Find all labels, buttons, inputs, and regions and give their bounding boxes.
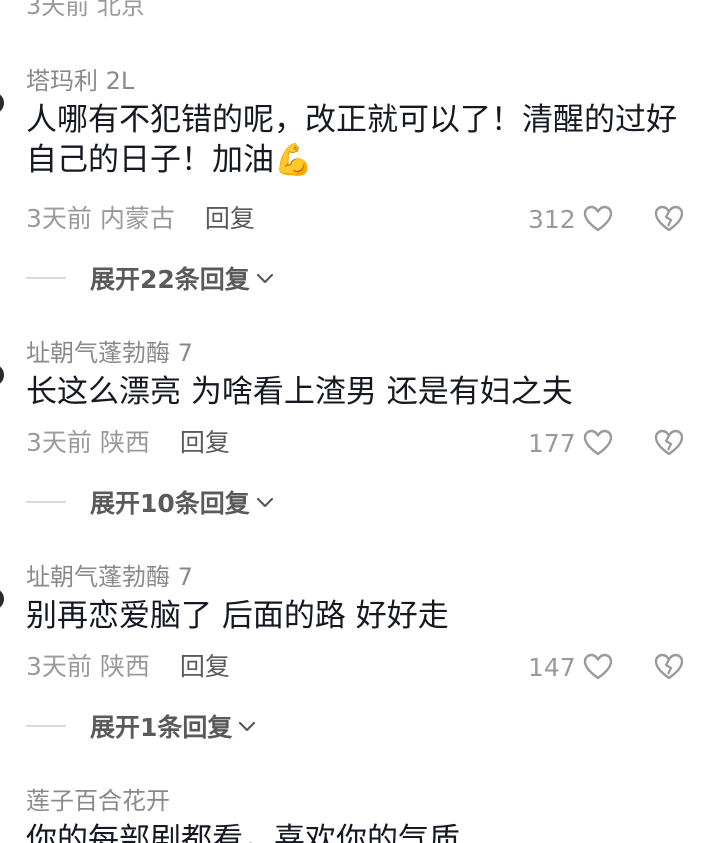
broken-heart-icon[interactable] [652,426,686,460]
like-count: 177 [528,428,576,458]
broken-heart-icon[interactable] [652,202,686,236]
comment-item: 址朝气蓬勃酶 7 长这么漂亮 为啥看上渣男 还是有妇之夫 3天前 陕西 回复 1… [0,338,725,562]
expand-replies-label: 展开1条回复 [90,713,233,742]
comment-meta: 3天前 陕西 回复 [26,652,230,682]
reply-button[interactable]: 回复 [205,204,255,234]
reply-button[interactable]: 回复 [180,428,230,458]
like-button[interactable]: 177 [528,426,614,460]
comment-username[interactable]: 址朝气蓬勃酶 7 [26,338,193,368]
avatar[interactable] [0,364,4,386]
previous-comment-meta: 3天前 北京 [26,0,145,20]
comment-text: 别再恋爱脑了 后面的路 好好走 [26,598,449,634]
chevron-down-icon [256,273,273,284]
like-count: 147 [528,652,576,682]
comment-item: 莲子百合花开 你的每部剧都看，喜欢你的气质 [0,786,725,843]
broken-heart-icon[interactable] [652,650,686,684]
comment-time: 3天前 [26,204,92,233]
expand-replies-button[interactable]: 展开1条回复 [26,708,258,744]
like-button[interactable]: 147 [528,650,614,684]
divider [26,725,66,727]
reply-button[interactable]: 回复 [180,652,230,682]
avatar[interactable] [0,92,4,114]
comment-username[interactable]: 址朝气蓬勃酶 7 [26,562,193,592]
like-count: 312 [528,204,576,234]
comment-username[interactable]: 莲子百合花开 [26,786,170,816]
comment-item: 址朝气蓬勃酶 7 别再恋爱脑了 后面的路 好好走 3天前 陕西 回复 147 展… [0,562,725,786]
comment-location: 内蒙古 [99,204,175,233]
comment-text: 长这么漂亮 为啥看上渣男 还是有妇之夫 [26,374,573,410]
heart-outline-icon [583,653,612,680]
comment-location: 陕西 [99,428,150,457]
divider [26,501,66,503]
expand-replies-label: 展开10条回复 [90,489,250,518]
chevron-down-icon [256,497,273,508]
heart-outline-icon [583,205,612,232]
comment-time: 3天前 [26,428,92,457]
comment-text: 你的每部剧都看，喜欢你的气质 [26,822,460,843]
expand-replies-button[interactable]: 展开22条回复 [26,260,276,296]
comment-location: 陕西 [99,652,150,681]
comment-meta: 3天前 内蒙古 回复 [26,204,255,234]
heart-outline-icon [583,429,612,456]
avatar[interactable] [0,588,4,610]
divider [26,277,66,279]
expand-replies-button[interactable]: 展开10条回复 [26,484,276,520]
expand-replies-label: 展开22条回复 [90,265,250,294]
chevron-down-icon [239,721,256,732]
comment-username[interactable]: 塔玛利 2L [26,66,134,96]
comment-text: 人哪有不犯错的呢，改正就可以了！清醒的过好自己的日子！加油💪 [26,102,677,178]
comment-item: 塔玛利 2L 人哪有不犯错的呢，改正就可以了！清醒的过好自己的日子！加油💪 3天… [0,66,725,294]
comment-meta: 3天前 陕西 回复 [26,428,230,458]
comment-time: 3天前 [26,652,92,681]
like-button[interactable]: 312 [528,202,614,236]
